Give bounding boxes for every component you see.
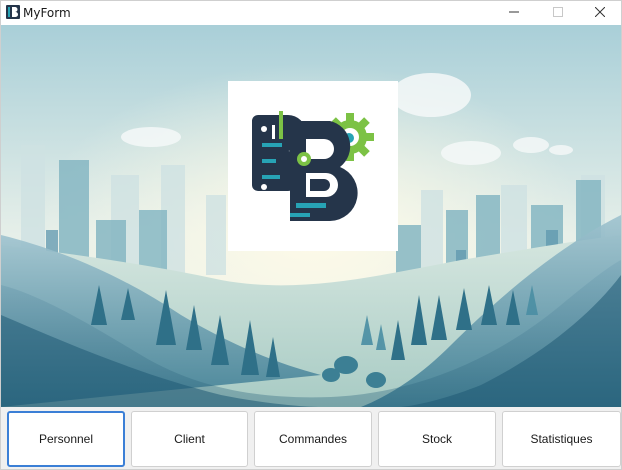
main-window: MyForm Personnel Client Commandes Stock … [0, 0, 622, 470]
minimize-button[interactable] [493, 1, 537, 25]
navigation-bar: Personnel Client Commandes Stock Statist… [1, 407, 621, 469]
minimize-icon [509, 11, 519, 13]
logo-panel [228, 81, 398, 251]
maximize-button[interactable] [537, 1, 581, 25]
stock-button[interactable]: Stock [378, 411, 496, 467]
commandes-button[interactable]: Commandes [254, 411, 372, 467]
close-icon [595, 7, 605, 17]
client-button[interactable]: Client [131, 411, 248, 467]
title-bar[interactable]: MyForm [1, 1, 621, 25]
maximize-icon [553, 7, 563, 17]
company-logo-icon [252, 111, 374, 221]
close-button[interactable] [579, 1, 621, 25]
window-title: MyForm [23, 6, 71, 20]
personnel-button[interactable]: Personnel [7, 411, 125, 467]
statistiques-button[interactable]: Statistiques [502, 411, 621, 467]
background-illustration [1, 25, 621, 407]
app-logo-icon [6, 5, 20, 19]
